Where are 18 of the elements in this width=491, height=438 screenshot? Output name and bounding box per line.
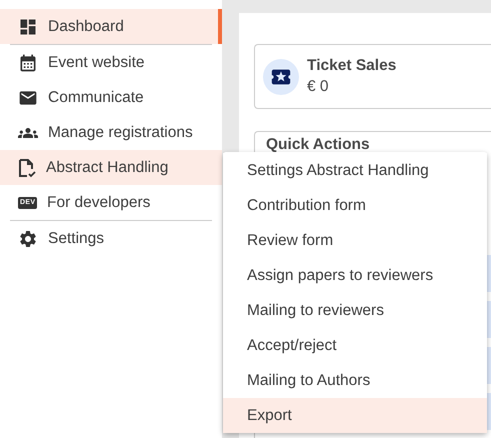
menu-item[interactable]: Mailing to reviewers [223,293,487,328]
ticket-icon [263,58,299,94]
menu-item[interactable]: Export [223,398,487,433]
card-title: Quick Actions [266,136,371,154]
sidebar-item[interactable]: Dashboard [0,9,222,44]
menu-item[interactable]: Settings Abstract Handling [223,153,487,188]
calendar-icon [18,52,38,72]
menu-item[interactable]: Assign papers to reviewers [223,258,487,293]
menu-item[interactable]: Accept/reject [223,328,487,363]
sidebar-item[interactable]: Abstract Handling [0,150,222,185]
menu-item[interactable]: Contribution form [223,188,487,223]
card-value: € 0 [307,78,330,96]
menu-item[interactable]: Mailing to Authors [223,363,487,398]
gear-icon [18,228,38,248]
card-title: Ticket Sales [307,57,396,75]
menu-item[interactable]: Review form [223,223,487,258]
dashboard-icon [18,16,38,36]
document-check-icon [18,158,36,178]
